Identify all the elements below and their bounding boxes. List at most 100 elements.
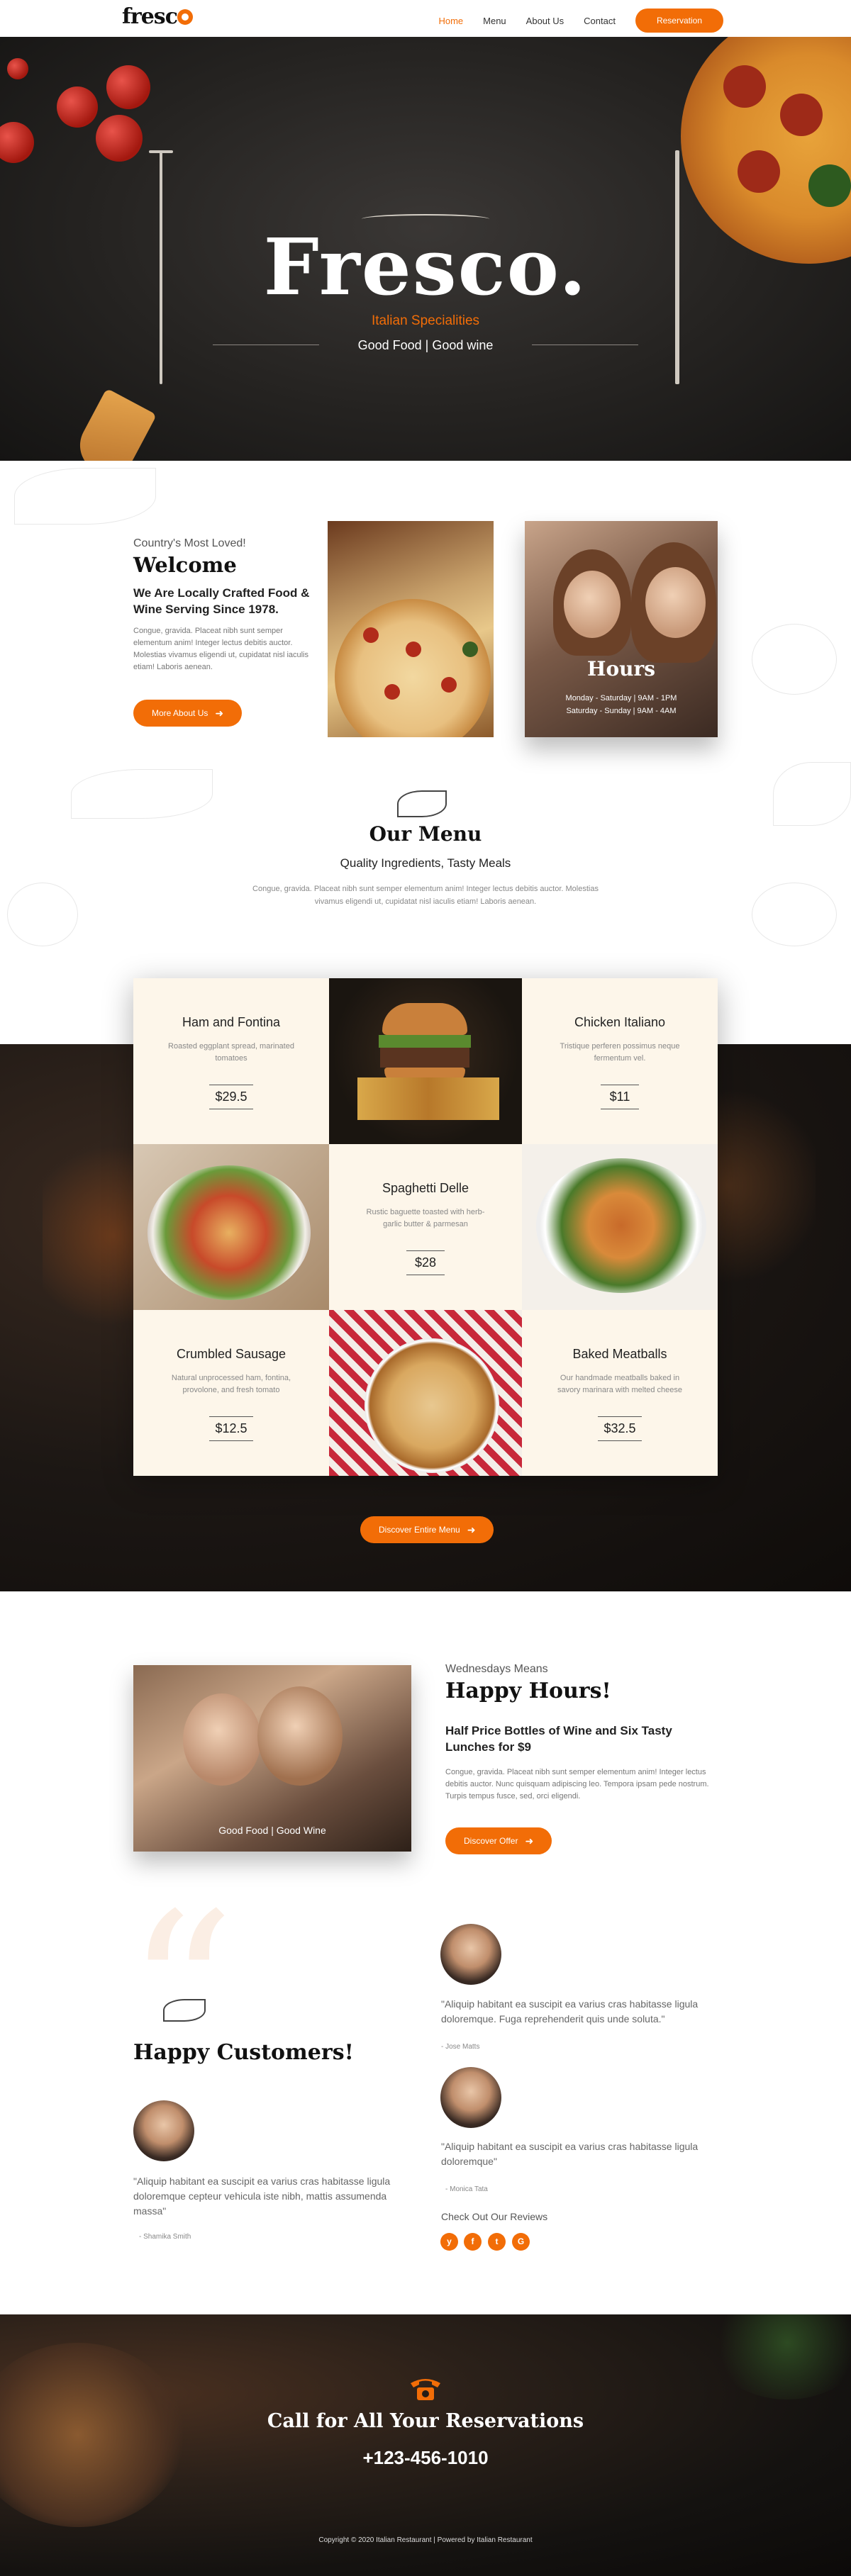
menu-item-name: Baked Meatballs	[572, 1347, 667, 1361]
pizza-image	[365, 1338, 499, 1473]
tomato-image	[57, 86, 98, 128]
reservation-button[interactable]: Reservation	[635, 9, 723, 33]
menu-card[interactable]: Spaghetti Delle Rustic baguette toasted …	[329, 1144, 522, 1310]
pizza-image	[0, 2343, 184, 2527]
menu-card[interactable]: Baked Meatballs Our handmade meatballs b…	[522, 1310, 718, 1476]
happy-title: Happy Hours!	[445, 1679, 611, 1703]
welcome-body: Congue, gravida. Placeat nibh sunt sempe…	[133, 627, 309, 671]
menu-item-price: $28	[329, 1250, 522, 1275]
menu-item-price: $32.5	[522, 1416, 718, 1441]
happy-body: Congue, gravida. Placeat nibh sunt sempe…	[445, 1768, 709, 1801]
hero-section: Fresco. Italian Specialities Good Food |…	[0, 37, 851, 461]
hours-line: Monday - Saturday | 9AM - 1PM	[565, 694, 677, 702]
leaf-decoration	[752, 883, 837, 946]
hero-title: Fresco.	[263, 221, 588, 313]
menu-item-name: Chicken Italiano	[574, 1015, 666, 1029]
customer-avatar	[440, 1924, 501, 1985]
fries-image	[357, 1077, 499, 1120]
menu-title: Our Menu	[369, 822, 482, 846]
person-image	[183, 1693, 261, 1786]
salad-photo	[133, 1144, 329, 1310]
menu-subtitle: Quality Ingredients, Tasty Meals	[340, 856, 511, 870]
burger-photo	[329, 978, 522, 1144]
hero-tagline: Good Food | Good wine	[357, 338, 494, 352]
welcome-section: Country's Most Loved! Welcome We Are Loc…	[0, 461, 851, 737]
price-value: $28	[406, 1250, 445, 1275]
twitter-icon[interactable]: t	[488, 2233, 506, 2251]
menu-item-price: $11	[522, 1085, 718, 1109]
price-value: $12.5	[209, 1416, 253, 1441]
herb-image	[709, 2314, 851, 2399]
discover-offer-button[interactable]: Discover Offer ➜	[445, 1827, 552, 1854]
leaf-decoration	[71, 769, 213, 819]
menu-card[interactable]: Crumbled Sausage Natural unprocessed ham…	[133, 1310, 329, 1476]
customers-title: Happy Customers!	[133, 2040, 354, 2065]
nav-contact[interactable]: Contact	[584, 16, 616, 26]
menu-item-desc: Rustic baguette toasted with herb-garlic…	[366, 1208, 485, 1228]
price-value: $29.5	[209, 1085, 253, 1109]
salad-image	[148, 1165, 311, 1300]
tomato-image	[96, 115, 143, 162]
call-title: Call for All Your Reservations	[267, 2410, 584, 2432]
tomato-image	[7, 58, 28, 79]
customer-avatar	[133, 2100, 194, 2161]
menu-card[interactable]: Ham and Fontina Roasted eggplant spread,…	[133, 978, 329, 1144]
nav-menu[interactable]: Menu	[483, 16, 506, 26]
photo-caption: Good Food | Good Wine	[218, 1825, 326, 1836]
menu-item-desc: Roasted eggplant spread, marinated tomat…	[168, 1042, 294, 1063]
facebook-icon[interactable]: f	[464, 2233, 482, 2251]
person-image	[564, 571, 621, 638]
tomato-image	[0, 122, 34, 163]
price-value: $11	[601, 1085, 639, 1109]
tomato-image	[106, 65, 150, 109]
review-text: "Aliquip habitant ea suscipit ea varius …	[441, 1998, 699, 2025]
logo-text: fresc	[122, 4, 178, 29]
menu-body: Congue, gravida. Placeat nibh sunt sempe…	[252, 885, 599, 906]
menu-item-desc: Natural unprocessed ham, fontina, provol…	[171, 1374, 291, 1394]
person-image	[257, 1686, 343, 1786]
customer-avatar	[440, 2067, 501, 2128]
nav-about[interactable]: About Us	[526, 16, 564, 26]
reviewer-name: - Jose Matts	[441, 2043, 480, 2051]
menu-item-name: Spaghetti Delle	[382, 1181, 469, 1195]
welcome-kicker: Country's Most Loved!	[133, 537, 246, 549]
leaf-ornament-icon	[163, 1999, 206, 2022]
menu-item-name: Ham and Fontina	[182, 1015, 281, 1029]
leaf-decoration	[773, 762, 851, 826]
chicken-photo	[522, 1144, 718, 1310]
yelp-icon[interactable]: y	[440, 2233, 458, 2251]
burger-image	[379, 1035, 471, 1048]
price-value: $32.5	[598, 1416, 642, 1441]
phone-icon	[411, 2379, 440, 2400]
site-header: fresc Home Menu About Us Contact Reserva…	[0, 0, 851, 37]
copyright: Copyright © 2020 Italian Restaurant | Po…	[318, 2536, 533, 2544]
reviewer-name: - Monica Tata	[445, 2185, 488, 2193]
welcome-subtitle: We Are Locally Crafted Food & Wine Servi…	[133, 586, 310, 616]
menu-item-desc: Tristique perferen possimus neque fermen…	[560, 1042, 680, 1063]
menu-item-desc: Our handmade meatballs baked in savory m…	[557, 1374, 683, 1394]
discover-menu-button[interactable]: Discover Entire Menu ➜	[360, 1516, 494, 1543]
quote-icon: “	[126, 1868, 235, 2115]
discover-offer-label: Discover Offer	[464, 1836, 518, 1846]
nav-home[interactable]: Home	[438, 16, 463, 26]
leaf-decoration	[7, 883, 78, 946]
menu-card[interactable]: Chicken Italiano Tristique perferen poss…	[522, 978, 718, 1144]
leaf-ornament-icon	[397, 790, 447, 817]
logo[interactable]: fresc	[122, 4, 193, 29]
hours-title: Hours	[586, 657, 655, 681]
menu-item-price: $12.5	[133, 1416, 329, 1441]
phone-number[interactable]: +123-456-1010	[0, 2447, 851, 2469]
menu-grid: Ham and Fontina Roasted eggplant spread,…	[133, 978, 718, 1476]
menu-item-price: $29.5	[133, 1085, 329, 1109]
menu-section: Our Menu Quality Ingredients, Tasty Meal…	[0, 705, 851, 953]
google-plus-icon[interactable]: G	[512, 2233, 530, 2251]
hero-subtitle: Italian Specialities	[371, 313, 480, 328]
pizza-slice-image	[69, 388, 157, 461]
leaf-decoration	[752, 624, 837, 695]
happy-hours-photo: Good Food | Good Wine	[133, 1665, 411, 1852]
person-image	[645, 567, 706, 638]
burger-image	[380, 1048, 469, 1068]
review-text: "Aliquip habitant ea suscipit ea varius …	[441, 2141, 699, 2167]
leaf-decoration	[14, 468, 156, 525]
arrow-right-icon: ➜	[525, 1835, 534, 1847]
